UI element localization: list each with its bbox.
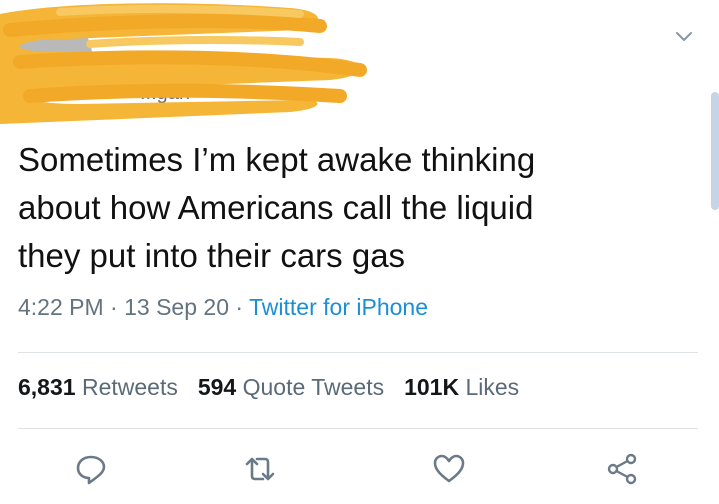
tweet-header: ...gan	[0, 0, 719, 130]
tweet-stats: 6,831 Retweets 594 Quote Tweets 101K Likes	[18, 374, 539, 401]
retweets-stat[interactable]: 6,831 Retweets	[18, 374, 178, 400]
retweets-label: Retweets	[81, 374, 178, 400]
retweet-icon[interactable]	[243, 452, 277, 486]
likes-stat[interactable]: 101K Likes	[404, 374, 519, 400]
quote-tweets-stat[interactable]: 594 Quote Tweets	[198, 374, 384, 400]
chevron-down-icon[interactable]	[672, 24, 696, 48]
quote-tweets-count: 594	[197, 374, 237, 400]
tweet-time: 4:22 PM	[18, 294, 104, 320]
likes-count: 101K	[404, 374, 460, 400]
meta-separator: ·	[103, 294, 125, 320]
tweet-text: Sometimes I’m kept awake thinking about …	[18, 141, 536, 274]
tweet-date: 13 Sep 20	[124, 294, 229, 320]
redaction-scribble	[0, 3, 367, 125]
reply-icon[interactable]	[74, 452, 108, 486]
divider	[18, 352, 698, 353]
tweet-actions	[0, 444, 719, 496]
likes-label: Likes	[465, 374, 520, 400]
heart-icon[interactable]	[432, 452, 466, 486]
share-icon[interactable]	[605, 452, 639, 486]
meta-separator: ·	[228, 294, 250, 320]
divider	[18, 428, 698, 429]
scrollbar[interactable]	[711, 92, 719, 210]
retweets-count: 6,831	[18, 374, 76, 400]
tweet-meta: 4:22 PM · 13 Sep 20 · Twitter for iPhone	[18, 294, 428, 321]
tweet-source-link[interactable]: Twitter for iPhone	[249, 294, 428, 320]
quote-tweets-label: Quote Tweets	[242, 374, 385, 400]
